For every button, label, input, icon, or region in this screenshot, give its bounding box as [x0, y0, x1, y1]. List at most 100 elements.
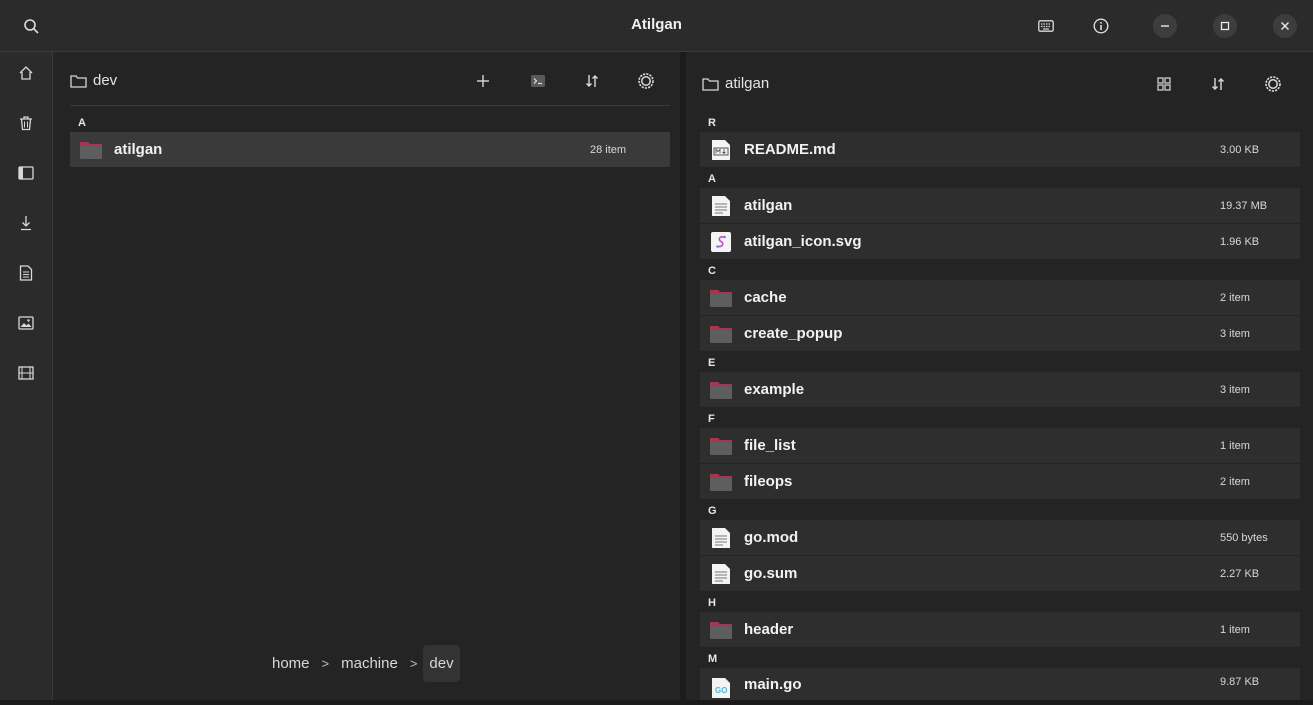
list-item[interactable]: atilgan 19.37 MB: [700, 188, 1300, 223]
item-size: 3 item: [1220, 327, 1250, 340]
header-divider: [70, 105, 670, 106]
folder-icon: [708, 470, 734, 494]
minimize-icon[interactable]: [1153, 14, 1177, 38]
film-icon[interactable]: [14, 361, 38, 385]
sort-button[interactable]: [580, 69, 604, 93]
item-size: 1 item: [1220, 623, 1250, 636]
item-size: 19.37 MB: [1220, 199, 1268, 212]
group-header: C: [708, 265, 716, 277]
list-item[interactable]: fileops 2 item: [700, 464, 1300, 499]
item-name: fileops: [744, 473, 793, 490]
svg-file-icon: [708, 230, 734, 254]
window-bottom-edge: [0, 700, 1313, 705]
item-name: create_popup: [744, 325, 843, 342]
trash-icon[interactable]: [14, 111, 38, 135]
item-name: main.go: [744, 676, 802, 693]
left-path-label: dev: [93, 72, 118, 89]
right-pane: atilgan R README.md 3.00 KB A atilgan 19…: [686, 52, 1313, 705]
item-name: cache: [744, 289, 787, 306]
text-file-icon: [708, 194, 734, 218]
grid-icon: [1157, 77, 1171, 91]
item-size: 2 item: [1220, 475, 1250, 488]
list-item[interactable]: atilgan_icon.svg 1.96 KB: [700, 224, 1300, 259]
home-icon[interactable]: [14, 61, 38, 85]
item-name: README.md: [744, 141, 836, 158]
left-pane: dev A atilgan 28 item home > machine > d…: [56, 52, 680, 705]
item-size: 9.87 KB: [1220, 676, 1260, 688]
folder-icon: [708, 618, 734, 642]
text-file-icon: [708, 562, 734, 586]
places-sidebar: [0, 52, 53, 705]
item-size: 1 item: [1220, 439, 1250, 452]
maximize-icon[interactable]: [1213, 14, 1237, 38]
item-size: 1.96 KB: [1220, 235, 1260, 248]
terminal-button[interactable]: [526, 69, 550, 93]
plus-icon: [477, 75, 489, 87]
list-item[interactable]: GO main.go 9.87 KB: [700, 668, 1300, 700]
item-name: example: [744, 381, 805, 398]
item-size: 3 item: [1220, 383, 1250, 396]
new-item-button[interactable]: [471, 69, 495, 93]
folder-icon: [708, 322, 734, 346]
grid-view-button[interactable]: [1152, 72, 1176, 96]
item-size: 3.00 KB: [1220, 143, 1260, 156]
text-file-icon: [708, 526, 734, 550]
list-item[interactable]: file_list 1 item: [700, 428, 1300, 463]
sort-icon: [1212, 78, 1224, 90]
folder-icon: [708, 378, 734, 402]
right-path-label: atilgan: [725, 75, 770, 92]
folder-icon: [708, 286, 734, 310]
list-item[interactable]: create_popup 3 item: [700, 316, 1300, 351]
group-header: A: [78, 117, 86, 129]
folder-icon: [708, 434, 734, 458]
file-manager-window: Atilgan dev A atilgan 28 item home > mac…: [0, 0, 1313, 705]
gear-icon: [638, 73, 654, 89]
group-header: A: [708, 173, 716, 185]
markdown-file-icon: [708, 138, 734, 162]
item-size: 2 item: [1220, 291, 1250, 304]
list-item[interactable]: header 1 item: [700, 612, 1300, 647]
list-item[interactable]: cache 2 item: [700, 280, 1300, 315]
item-name: atilgan_icon.svg: [744, 233, 862, 250]
folder-icon: [78, 138, 104, 162]
settings-button[interactable]: [634, 69, 658, 93]
list-item[interactable]: go.sum 2.27 KB: [700, 556, 1300, 591]
sort-button[interactable]: [1206, 72, 1230, 96]
gear-icon: [1265, 76, 1281, 92]
list-item[interactable]: go.mod 550 bytes: [700, 520, 1300, 555]
item-size: 28 item: [590, 143, 627, 156]
svg-text:GO: GO: [715, 686, 727, 695]
list-item[interactable]: example 3 item: [700, 372, 1300, 407]
group-header: G: [708, 505, 717, 517]
keyboard-icon[interactable]: [1034, 14, 1058, 38]
list-item[interactable]: atilgan 28 item: [70, 132, 670, 167]
document-icon[interactable]: [14, 261, 38, 285]
breadcrumb-dev[interactable]: dev: [423, 645, 460, 682]
item-name: atilgan: [744, 197, 793, 214]
group-header: E: [708, 357, 716, 369]
settings-button[interactable]: [1261, 72, 1285, 96]
right-path[interactable]: atilgan: [702, 75, 769, 92]
item-size: 2.27 KB: [1220, 567, 1260, 580]
item-size: 550 bytes: [1220, 531, 1268, 544]
breadcrumb-machine[interactable]: machine: [335, 645, 404, 682]
go-file-icon: GO: [708, 676, 734, 700]
item-name: header: [744, 621, 794, 638]
sidebar-icon[interactable]: [14, 161, 38, 185]
breadcrumb: home > machine > dev: [266, 645, 460, 682]
group-header: R: [708, 117, 716, 129]
info-icon[interactable]: [1089, 14, 1113, 38]
item-name: go.sum: [744, 565, 798, 582]
list-item[interactable]: README.md 3.00 KB: [700, 132, 1300, 167]
image-icon[interactable]: [14, 311, 38, 335]
sort-icon: [586, 75, 598, 87]
left-path[interactable]: dev: [70, 72, 117, 89]
breadcrumb-separator: >: [409, 656, 418, 671]
window-title: Atilgan: [631, 16, 682, 33]
close-icon[interactable]: [1273, 14, 1297, 38]
terminal-icon: [531, 75, 545, 87]
breadcrumb-home[interactable]: home: [266, 645, 316, 682]
folder-outline-icon: [702, 77, 719, 91]
group-header: M: [708, 653, 718, 665]
download-icon[interactable]: [14, 211, 38, 235]
